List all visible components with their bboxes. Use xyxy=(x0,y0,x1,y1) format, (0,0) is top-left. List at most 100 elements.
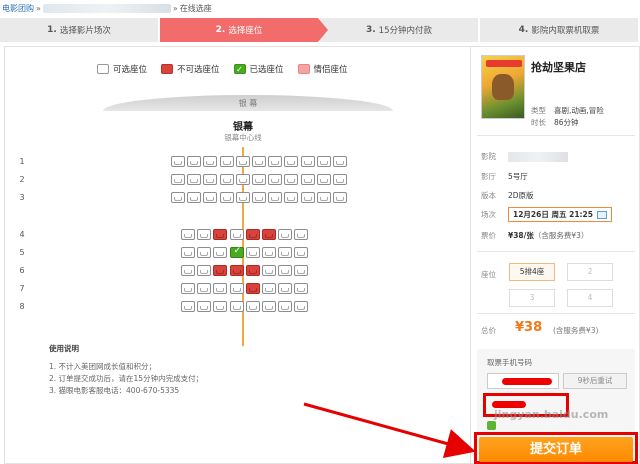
seat-available[interactable] xyxy=(229,229,244,240)
seat-available[interactable] xyxy=(252,174,266,185)
seat-available[interactable] xyxy=(284,174,299,185)
selected-seat-slots: 5排4座 2 3 4 xyxy=(509,263,613,307)
seat-available[interactable] xyxy=(245,301,260,312)
seat-available[interactable] xyxy=(268,156,283,167)
seat-available[interactable] xyxy=(300,174,315,185)
showtime-selector[interactable]: 12月26日 周五 21:25 xyxy=(508,207,612,222)
seat-available[interactable] xyxy=(229,283,244,294)
phone-input[interactable] xyxy=(487,373,559,389)
seat-available[interactable] xyxy=(203,156,218,167)
seat-available[interactable] xyxy=(284,156,299,167)
seat-available[interactable] xyxy=(197,283,212,294)
seat-available[interactable] xyxy=(213,247,228,258)
seat-available[interactable] xyxy=(252,156,266,167)
row-number: 4 xyxy=(19,230,25,239)
version-label: 版本 xyxy=(481,191,496,200)
movie-poster[interactable] xyxy=(481,55,525,119)
redaction-mark xyxy=(492,401,526,408)
seat-available[interactable] xyxy=(278,265,293,276)
seat-available[interactable] xyxy=(245,247,260,258)
submit-order-button[interactable]: 提交订单 xyxy=(479,437,633,462)
seat-available[interactable] xyxy=(278,283,293,294)
seat-available[interactable] xyxy=(284,192,299,203)
seat-available[interactable] xyxy=(181,265,195,276)
seat-sold xyxy=(262,229,276,240)
seat-available[interactable] xyxy=(197,265,212,276)
seat-available[interactable] xyxy=(333,192,347,203)
seat-available[interactable] xyxy=(262,265,276,276)
seat-available[interactable] xyxy=(181,301,195,312)
seat-available[interactable] xyxy=(294,283,309,294)
seat-chosen[interactable] xyxy=(229,246,244,258)
seat-label: 座位 xyxy=(481,270,496,279)
seat-available[interactable] xyxy=(300,156,315,167)
cinema-row: 影院 xyxy=(481,151,568,162)
seat-available[interactable] xyxy=(197,229,212,240)
seat-slot-empty: 3 xyxy=(509,289,555,307)
seat-available[interactable] xyxy=(219,174,234,185)
total-label: 总价 xyxy=(481,326,496,335)
resend-code-button[interactable]: 9秒后重试 xyxy=(563,373,627,389)
seat-available[interactable] xyxy=(187,174,202,185)
step-label: 选择座位 xyxy=(228,26,263,36)
seat-available[interactable] xyxy=(316,156,331,167)
seat-sold xyxy=(213,265,228,276)
seat-available[interactable] xyxy=(235,174,250,185)
seat-available[interactable] xyxy=(235,192,250,203)
seat-available[interactable] xyxy=(262,301,276,312)
seat-available[interactable] xyxy=(219,156,234,167)
seat-available[interactable] xyxy=(294,301,309,312)
breadcrumb: 电影团购 » » 在线选座 xyxy=(2,2,212,14)
seat-available[interactable] xyxy=(187,156,202,167)
seat-available[interactable] xyxy=(333,156,347,167)
seat-available[interactable] xyxy=(316,174,331,185)
seat-available[interactable] xyxy=(278,229,293,240)
seat-available[interactable] xyxy=(229,301,244,312)
row-number: 5 xyxy=(19,248,25,257)
seat-available[interactable] xyxy=(219,192,234,203)
seat-available[interactable] xyxy=(171,156,185,167)
seat-available[interactable] xyxy=(181,283,195,294)
seat-available[interactable] xyxy=(294,265,309,276)
seat-sold xyxy=(229,265,244,276)
seat-available[interactable] xyxy=(197,247,212,258)
seat-available[interactable] xyxy=(213,301,228,312)
seat-available[interactable] xyxy=(278,301,293,312)
seat-available[interactable] xyxy=(181,247,195,258)
seat-available[interactable] xyxy=(252,192,266,203)
seat-available[interactable] xyxy=(268,174,283,185)
seat-available[interactable] xyxy=(197,301,212,312)
legend-label: 已选座位 xyxy=(249,65,284,75)
seat-available[interactable] xyxy=(300,192,315,203)
seat-available[interactable] xyxy=(268,192,283,203)
seat-available[interactable] xyxy=(316,192,331,203)
showtime-value: 12月26日 周五 21:25 xyxy=(513,210,593,219)
redaction-mark xyxy=(502,378,552,385)
seat-available[interactable] xyxy=(187,192,202,203)
showtime-row: 场次 12月26日 周五 21:25 xyxy=(481,207,612,222)
seat-available[interactable] xyxy=(203,192,218,203)
instruction-line: 2. 订单提交成功后，请在15分钟内完成支付； xyxy=(49,374,204,383)
seat-available[interactable] xyxy=(213,283,228,294)
seat-slot-empty: 4 xyxy=(567,289,613,307)
seat-available[interactable] xyxy=(294,247,309,258)
seat-available[interactable] xyxy=(262,247,276,258)
cinema-label: 影院 xyxy=(481,152,496,161)
instructions-title: 使用说明 xyxy=(49,344,79,353)
price-value: ¥38/张 xyxy=(508,231,534,240)
seat-available[interactable] xyxy=(294,229,309,240)
seat-available[interactable] xyxy=(278,247,293,258)
seat-available[interactable] xyxy=(171,174,185,185)
version-row: 版本 2D原版 xyxy=(481,190,534,201)
seat-available[interactable] xyxy=(203,174,218,185)
seat-available[interactable] xyxy=(235,156,250,167)
seat-available[interactable] xyxy=(171,192,185,203)
checkbox-icon[interactable] xyxy=(487,421,496,430)
seat-available[interactable] xyxy=(333,174,347,185)
seat-available[interactable] xyxy=(181,229,195,240)
legend-label: 不可选座位 xyxy=(177,65,220,75)
seat-available[interactable] xyxy=(262,283,276,294)
breadcrumb-home-link[interactable]: 电影团购 xyxy=(2,3,34,14)
version-value: 2D原版 xyxy=(508,191,534,200)
seat-slot-filled[interactable]: 5排4座 xyxy=(509,263,555,281)
